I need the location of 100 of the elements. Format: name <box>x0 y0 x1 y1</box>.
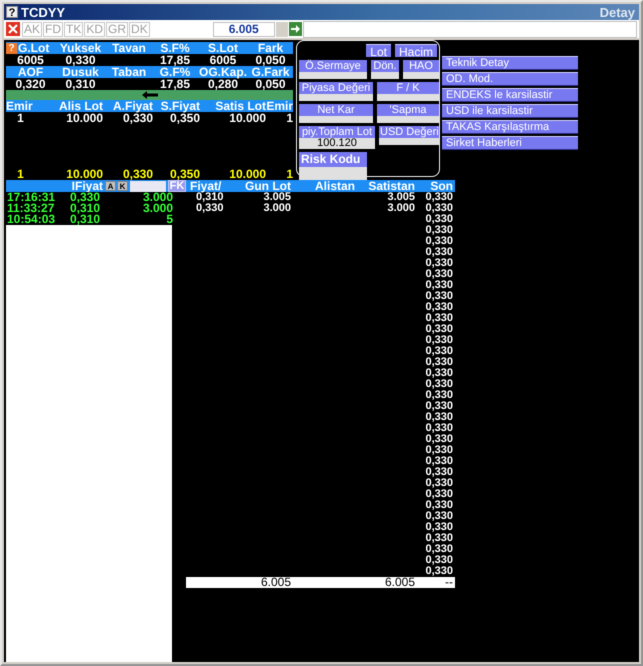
help-button[interactable]: ? <box>6 6 18 18</box>
table-cell-text: 0,330 <box>424 280 453 291</box>
table-cell-text: 0,330 <box>64 54 97 66</box>
table-cell-text: 0,330 <box>424 379 453 390</box>
table-cell-text: 0,330 <box>424 313 453 324</box>
table-cell-text: 0,330 <box>424 346 453 357</box>
table-cell-text: 6005 <box>208 54 238 66</box>
total-cell-text: 10.000 <box>65 168 103 180</box>
table-cell-text: 0,330 <box>424 247 453 258</box>
column-header: S.Lot <box>207 42 239 54</box>
table-cell-text: 0,330 <box>424 500 453 511</box>
total-cell-text: 1 <box>16 168 25 180</box>
column-header: Fark <box>256 42 284 54</box>
help-button[interactable]: ? <box>6 42 17 54</box>
table-cell-text: 0,330 <box>70 192 100 203</box>
table-cell-text: 0,330 <box>424 434 453 445</box>
column-header: G.Lot <box>18 42 50 54</box>
filter-field[interactable] <box>130 180 166 192</box>
total-cell-text: 6.005 <box>384 577 415 588</box>
column-header: Fiyat/ <box>190 180 222 192</box>
small-button[interactable]: A <box>105 181 116 191</box>
table-cell-text: 0,330 <box>424 544 453 555</box>
value-field <box>299 72 367 79</box>
field-label: Risk Kodu <box>299 152 367 167</box>
table-cell-text: 0,330 <box>424 511 453 522</box>
field-label: 'Sapma <box>377 104 439 116</box>
table-cell-text: 0,330 <box>424 489 453 500</box>
field-label: piy.Toplam Lot <box>299 126 375 138</box>
window-subtitle: Detay <box>600 4 635 20</box>
table-cell-text: 0,310 <box>70 203 102 214</box>
menu-button[interactable]: Sirket Haberleri <box>442 136 578 150</box>
small-button[interactable]: K <box>117 181 128 191</box>
table-cell-text: 0,330 <box>424 192 453 203</box>
table-cell-text: 0,330 <box>424 324 453 335</box>
column-header: Tavan <box>111 42 147 54</box>
menu-button[interactable]: OD. Mod. <box>442 72 578 86</box>
table-cell-text: 0,310 <box>64 78 97 90</box>
menu-button[interactable]: USD ile karsilastir <box>442 104 578 118</box>
filter-button[interactable]: FK <box>168 180 186 192</box>
table-cell-text: 0,330 <box>424 522 453 533</box>
table-cell-text: 0,320 <box>14 78 47 90</box>
table-cell-text: 0,330 <box>424 401 453 412</box>
table-cell-text: 0,330 <box>424 258 453 269</box>
table-cell-text: 0,330 <box>424 390 453 401</box>
table-cell-text: 1 <box>285 112 293 124</box>
table-cell-text: 0,350 <box>170 112 200 124</box>
column-header: S.Fiyat <box>160 100 200 112</box>
table-cell-text: 10.000 <box>228 112 266 124</box>
field-label: Net Kar <box>299 104 373 116</box>
column-header: Alis Lot <box>58 100 103 112</box>
value-field: 100.120 <box>299 138 375 149</box>
table-cell-text: 0,330 <box>424 467 453 478</box>
table-cell-text: 3.005 <box>386 192 415 203</box>
total-cell-text: 1 <box>285 168 293 180</box>
column-header: A.Fiyat <box>112 100 153 112</box>
total-cell-text: 0,350 <box>168 168 200 180</box>
table-cell-text: 0,330 <box>195 203 225 214</box>
arrow-left-icon[interactable] <box>142 91 158 99</box>
menu-button[interactable]: ENDEKS le karsilastir <box>442 88 578 102</box>
field-label: Ö.Sermaye <box>299 60 367 72</box>
table-cell-text: 0,330 <box>424 423 453 434</box>
table-cell-text: 5 <box>166 214 173 225</box>
field-label: HAO <box>403 60 439 72</box>
column-header: Taban <box>110 66 148 78</box>
field-label: Dön. <box>371 60 399 72</box>
table-cell-text: 3.000 <box>142 203 173 214</box>
column-header: Alistan <box>314 180 355 192</box>
column-header: Emir <box>266 100 293 112</box>
menu-button[interactable]: TAKAS Karşılaştırma <box>442 120 578 134</box>
column-header: Dusuk <box>61 66 100 78</box>
column-header: Satistan <box>367 180 415 192</box>
total-cell-text: 6.005 <box>260 577 291 588</box>
table-cell-text: 0,330 <box>424 478 453 489</box>
table-cell-text: 0,330 <box>424 445 453 456</box>
column-header: Yuksek <box>58 42 102 54</box>
value-field <box>371 72 399 79</box>
table-cell-text: 3.000 <box>386 203 415 214</box>
input-field[interactable] <box>302 20 637 38</box>
table-cell-text: 10:54:03 <box>7 214 56 225</box>
toggle-button[interactable]: Hacim <box>394 44 437 57</box>
menu-button[interactable]: Teknik Detay <box>442 56 578 70</box>
table-cell-text: 0,330 <box>424 566 453 577</box>
table-cell-text: 0,330 <box>424 533 453 544</box>
table-cell-text: 0,330 <box>424 412 453 423</box>
table-cell-text: 3.000 <box>262 203 291 214</box>
arrow-right-icon[interactable] <box>288 22 302 36</box>
table-cell-text: 0,330 <box>424 225 453 236</box>
column-header: OG.Kap. <box>198 66 248 78</box>
price-field[interactable]: 6.005 <box>212 22 275 36</box>
toggle-button[interactable]: Lot <box>366 44 391 57</box>
total-cell-text: 10.000 <box>228 168 266 180</box>
table-cell-text: 0,330 <box>424 368 453 379</box>
column-header: G.Fark <box>250 66 290 78</box>
table-cell-text: 0,050 <box>254 78 287 90</box>
window-title: TCDYY <box>21 4 66 20</box>
table-cell-text: 17,85 <box>158 54 192 66</box>
table-cell-text: 11:33:27 <box>7 203 54 214</box>
table-cell-text: 17:16:31 <box>7 192 56 203</box>
close-icon[interactable] <box>6 22 20 36</box>
table-cell-text: 3.000 <box>142 192 173 203</box>
